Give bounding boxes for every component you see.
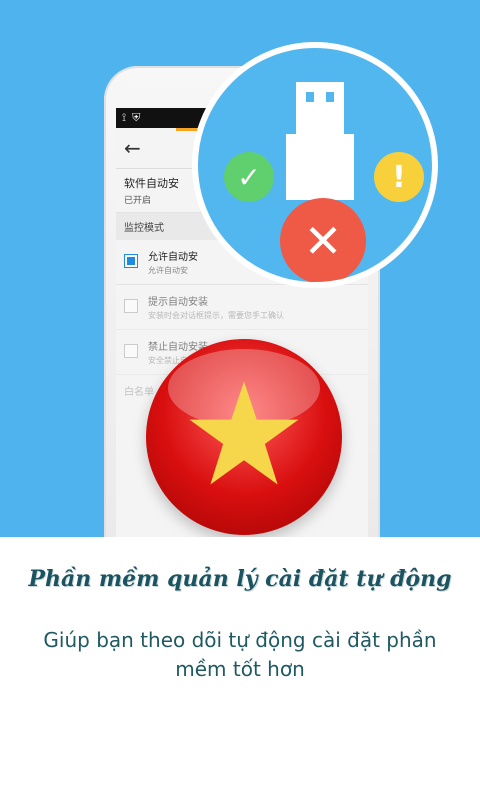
magnifier-circle: ✓ ! ✕: [192, 42, 438, 288]
option-title: 提示自动安装: [148, 297, 208, 308]
option-allow-text: 允许自动安 允许自动安: [148, 248, 198, 276]
check-icon: ✓: [224, 152, 274, 202]
option-desc: 安装时会对话框提示，需要您手工确认: [148, 311, 284, 320]
option-prompt-text: 提示自动安装 安装时会对话框提示，需要您手工确认: [148, 293, 284, 321]
close-icon: ✕: [280, 198, 366, 282]
star-icon: [189, 381, 299, 485]
vietnam-star-badge-icon: [146, 339, 342, 535]
back-arrow-icon[interactable]: ←: [124, 136, 141, 160]
page-subtitle: Giúp bạn theo dõi tự động cài đặt phần m…: [43, 628, 437, 681]
usb-plug-icon: [296, 82, 344, 134]
hero-illustration: ⟟ ⛨ ← 软件自动安 已开启 监控模式 允许自动安 允许自动安 提示自动安装: [0, 0, 480, 537]
option-title: 允许自动安: [148, 252, 198, 263]
option-desc: 允许自动安: [148, 266, 188, 275]
checkbox-allow[interactable]: [124, 254, 138, 268]
page-title: Phần mềm quản lý cài đặt tự động: [28, 566, 452, 592]
usb-icon: ⟟: [122, 111, 127, 124]
usb-plug-body: [286, 134, 354, 200]
warning-icon: !: [374, 152, 424, 202]
checkbox-prompt[interactable]: [124, 299, 138, 313]
shield-icon: ⛨: [132, 111, 141, 124]
option-prompt[interactable]: 提示自动安装 安装时会对话框提示，需要您手工确认: [116, 285, 368, 330]
checkbox-block[interactable]: [124, 344, 138, 358]
